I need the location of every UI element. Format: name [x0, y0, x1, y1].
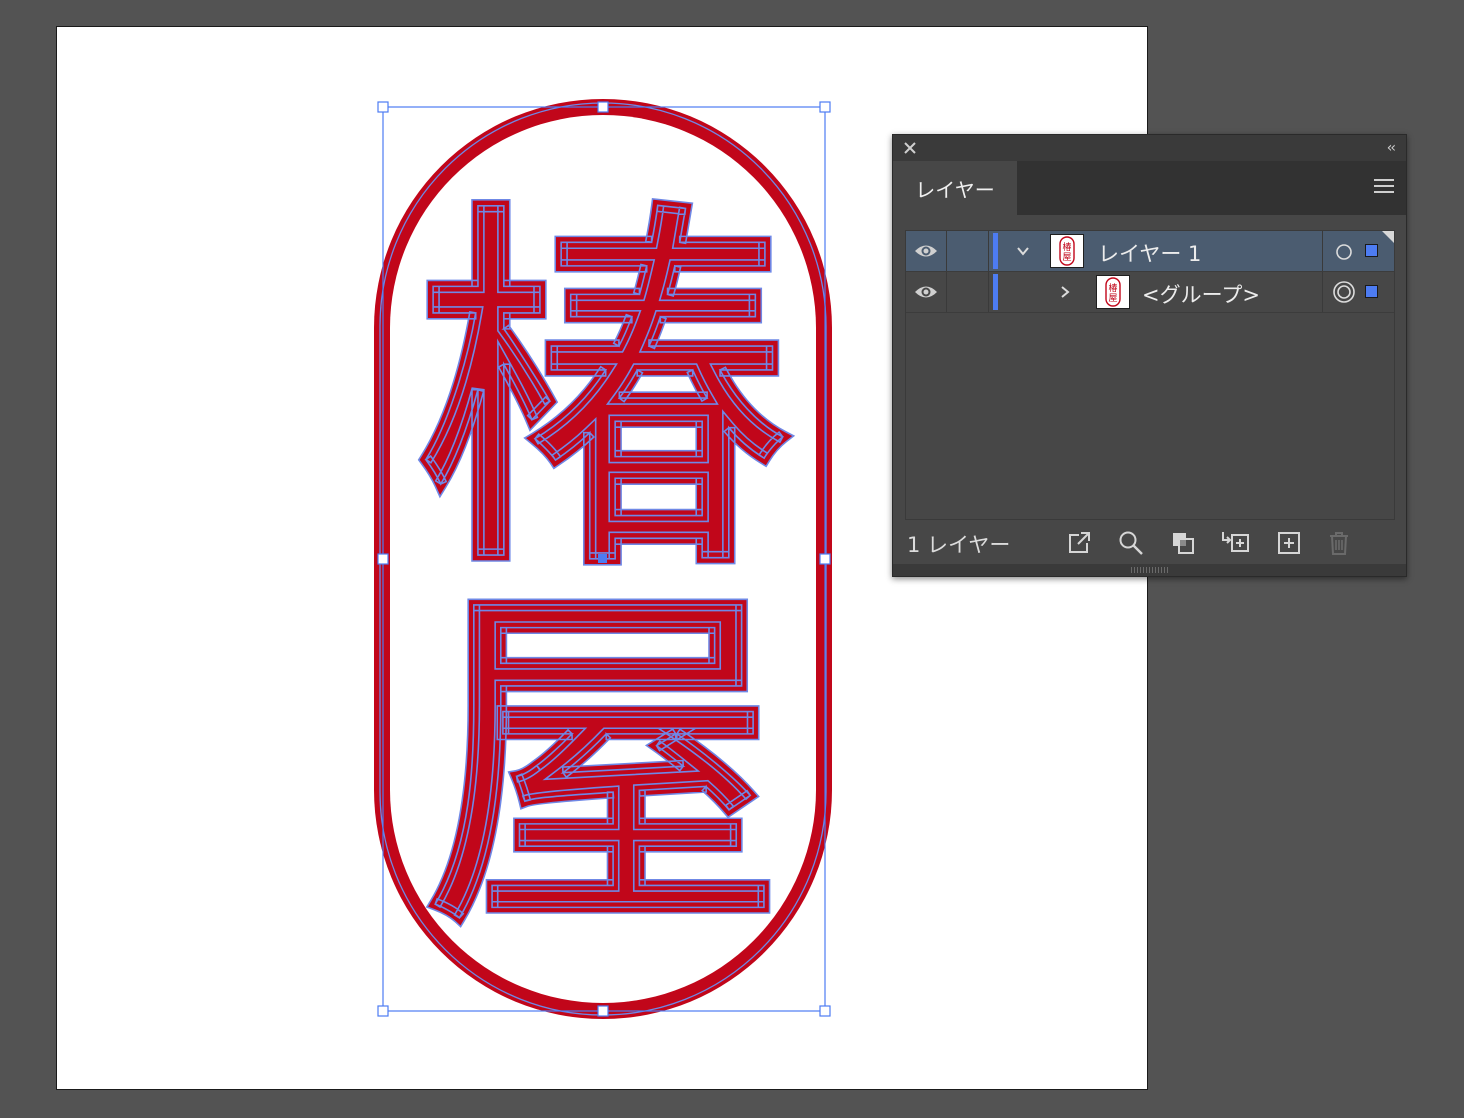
layer-color-bar [993, 233, 998, 269]
thumb-char-top: 椿 [1062, 241, 1071, 253]
group-thumbnail: 椿 屋 [1096, 275, 1130, 309]
column-divider [1322, 231, 1323, 271]
column-divider [946, 272, 947, 312]
resize-handle-top-right[interactable] [819, 101, 831, 113]
column-divider [988, 272, 989, 312]
resize-handle-bottom-left[interactable] [377, 1005, 389, 1017]
search-icon[interactable] [1117, 529, 1145, 557]
selection-indicator[interactable] [1365, 244, 1378, 257]
thumb-char-bottom: 屋 [1062, 252, 1071, 263]
eye-icon[interactable] [914, 242, 938, 260]
resize-handle-top-left[interactable] [377, 101, 389, 113]
column-divider [1322, 272, 1323, 312]
grip-lines [1131, 567, 1169, 573]
selection-indicator[interactable] [1365, 285, 1378, 298]
eye-icon[interactable] [914, 283, 938, 301]
layer-row-group[interactable]: 椿 屋 <グループ> [906, 272, 1394, 313]
layer-color-bar [993, 274, 998, 310]
target-icon[interactable] [1335, 243, 1353, 261]
resize-handle-left[interactable] [377, 553, 389, 565]
column-divider [988, 231, 989, 271]
thumb-char-top: 椿 [1108, 282, 1117, 294]
export-icon[interactable] [1065, 529, 1093, 557]
selected-art-indicator [1382, 231, 1394, 243]
group-name[interactable]: <グループ> [1142, 279, 1260, 309]
stamp-char-bottom[interactable]: 屋 [422, 554, 784, 975]
resize-handle-bottom[interactable] [597, 1005, 609, 1017]
resize-handle-top[interactable] [597, 101, 609, 113]
panel-resize-grip[interactable] [893, 564, 1406, 576]
new-sublayer-icon[interactable] [1219, 529, 1251, 557]
target-icon[interactable] [1332, 280, 1356, 304]
chevron-right-icon[interactable] [1058, 285, 1072, 299]
center-point [598, 554, 607, 563]
layers-panel: ‹‹ レイヤー 椿 屋 レイヤー 1 椿 屋 <グループ> 1 レイヤー [892, 134, 1407, 577]
menu-icon[interactable] [1374, 179, 1394, 195]
panel-footer: 1 レイヤー [893, 525, 1406, 565]
panel-titlebar[interactable]: ‹‹ [893, 135, 1406, 161]
layer-row-1[interactable]: 椿 屋 レイヤー 1 [906, 231, 1394, 272]
tab-layers[interactable]: レイヤー [893, 161, 1017, 215]
trash-icon[interactable] [1325, 529, 1353, 557]
layer-thumbnail: 椿 屋 [1050, 234, 1084, 268]
resize-handle-bottom-right[interactable] [819, 1005, 831, 1017]
layers-list[interactable]: 椿 屋 レイヤー 1 椿 屋 <グループ> [905, 230, 1395, 520]
tab-layers-label: レイヤー [915, 177, 995, 202]
resize-handle-right[interactable] [819, 553, 831, 565]
layer-name[interactable]: レイヤー 1 [1098, 238, 1201, 268]
chevron-down-icon[interactable] [1016, 244, 1030, 258]
stamp-char-top[interactable]: 椿 [412, 171, 800, 616]
collapse-icon[interactable]: ‹‹ [1387, 140, 1396, 156]
clipping-mask-icon[interactable] [1169, 529, 1197, 557]
close-icon[interactable] [903, 141, 917, 155]
new-layer-icon[interactable] [1275, 529, 1303, 557]
layer-count: 1 レイヤー [907, 533, 1011, 557]
panel-tabbar: レイヤー [893, 161, 1406, 215]
thumb-char-bottom: 屋 [1108, 293, 1117, 304]
column-divider [946, 231, 947, 271]
